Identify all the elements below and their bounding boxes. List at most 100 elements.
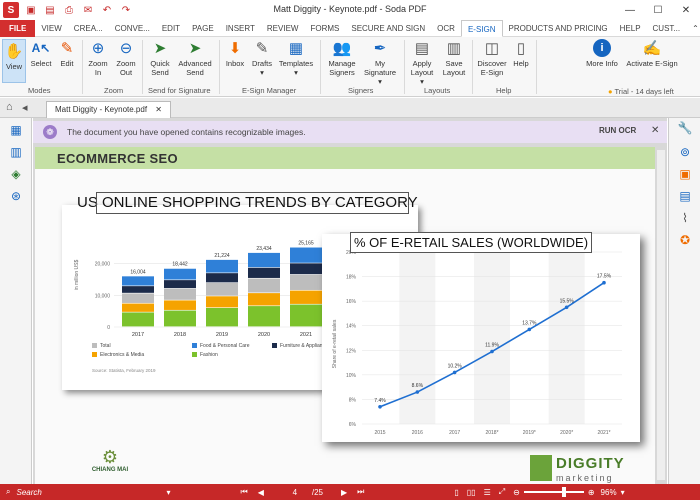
- quick-send-button[interactable]: ➤ Quick Send: [146, 39, 174, 78]
- tab-help[interactable]: HELP: [614, 20, 647, 37]
- apply-layout-button[interactable]: ▤ Apply Layout ▾: [408, 39, 436, 87]
- view-button[interactable]: ✋ View: [2, 39, 26, 83]
- discover-esign-button[interactable]: ◫ Discover E-Sign: [476, 39, 508, 78]
- zoom-in-small-icon[interactable]: ⊕: [588, 488, 595, 497]
- select-button[interactable]: A↖ Select: [29, 39, 53, 69]
- inbox-button[interactable]: ⬇ Inbox: [223, 39, 247, 69]
- fit-icon[interactable]: ⤢: [499, 487, 505, 497]
- data-label: 13.7%: [522, 320, 537, 326]
- next-page-icon[interactable]: ▶: [341, 488, 347, 497]
- print-icon[interactable]: ⎙: [62, 3, 76, 17]
- help-button[interactable]: ▯ Help: [511, 39, 531, 69]
- export-icon[interactable]: ▣: [677, 166, 693, 182]
- layers-icon[interactable]: ◈: [8, 166, 24, 182]
- activate-esign-button[interactable]: ✍ Activate E-Sign: [626, 39, 678, 69]
- more-info-button[interactable]: i More Info: [584, 39, 620, 68]
- x-tick-label: 2019*: [523, 430, 536, 436]
- zoom-level[interactable]: 96%: [601, 488, 617, 497]
- tab-review[interactable]: REVIEW: [261, 20, 305, 37]
- soda-logo[interactable]: S: [3, 2, 19, 18]
- zoom-slider[interactable]: [523, 487, 584, 497]
- x-tick-label: 2016: [412, 430, 423, 436]
- page-thumbnails-icon[interactable]: ▦: [8, 122, 24, 138]
- y-tick-label: 14%: [346, 324, 357, 330]
- minimize-icon[interactable]: —: [616, 0, 644, 20]
- open-icon[interactable]: ▣: [24, 3, 38, 17]
- drafts-button[interactable]: ✎ Drafts ▾: [250, 39, 274, 78]
- right-sidebar: 🔧 ⊚ ▣ ▤ ⌇ ✪: [668, 118, 700, 484]
- bar-segment: [248, 293, 280, 306]
- binoculars-icon[interactable]: ⊚: [677, 144, 693, 160]
- page-input[interactable]: 4: [284, 488, 306, 497]
- paper-plane-icon: ➤: [153, 39, 167, 57]
- vertical-scrollbar[interactable]: [657, 150, 665, 480]
- chiang-mai-logo: ⚙ CHIANG MAI: [91, 447, 129, 473]
- dropdown-arrow-icon: ▾: [260, 68, 264, 77]
- first-page-icon[interactable]: ⏮: [241, 487, 248, 497]
- maximize-icon[interactable]: ☐: [644, 0, 672, 20]
- search-options-icon[interactable]: ▾: [166, 488, 170, 497]
- tab-products[interactable]: PRODUCTS AND PRICING: [503, 20, 614, 37]
- two-page-icon[interactable]: ▯▯: [467, 488, 476, 497]
- tab-edit[interactable]: EDIT: [156, 20, 186, 37]
- legend-label: Total: [100, 343, 111, 349]
- email-icon[interactable]: ✉: [81, 3, 95, 17]
- tab-esign[interactable]: E-SIGN: [460, 20, 503, 37]
- tab-insert[interactable]: INSERT: [220, 20, 261, 37]
- save-layout-button[interactable]: ▥ Save Layout: [440, 39, 468, 78]
- back-icon[interactable]: ◂: [22, 101, 28, 114]
- document-tab[interactable]: Matt Diggity - Keynote.pdf ✕: [46, 101, 171, 118]
- tools-icon[interactable]: 🔧: [677, 120, 693, 136]
- tab-page[interactable]: PAGE: [186, 20, 220, 37]
- certificate-icon[interactable]: ✪: [677, 232, 693, 248]
- continuous-icon[interactable]: ☰: [484, 488, 491, 497]
- tab-custom[interactable]: CUST...: [647, 20, 687, 37]
- save-icon[interactable]: ▤: [43, 3, 57, 17]
- zoom-out-button[interactable]: ⊖ Zoom Out: [114, 39, 138, 78]
- x-tick-label: 2018*: [485, 430, 498, 436]
- comments-icon[interactable]: ▤: [677, 188, 693, 204]
- tab-file[interactable]: FILE: [0, 20, 36, 37]
- my-signature-button[interactable]: ✒ My Signature ▾: [362, 39, 398, 87]
- tab-create[interactable]: CREA...: [68, 20, 109, 37]
- last-page-icon[interactable]: ⏭: [357, 487, 364, 497]
- close-icon[interactable]: ✕: [672, 0, 700, 20]
- zoom-dropdown-icon[interactable]: ▾: [621, 488, 625, 497]
- zoom-in-button[interactable]: ⊕ Zoom In: [86, 39, 110, 78]
- bar-segment: [122, 312, 154, 327]
- bar-total-label: 18,442: [172, 262, 188, 268]
- zoom-out-small-icon[interactable]: ⊖: [513, 488, 520, 497]
- data-point: [564, 305, 569, 310]
- undo-icon[interactable]: ↶: [100, 3, 114, 17]
- tab-view[interactable]: VIEW: [35, 20, 67, 37]
- help-doc-icon: ▯: [516, 39, 526, 57]
- y-tick-label: 18%: [346, 275, 357, 281]
- home-icon[interactable]: ⌂: [6, 101, 13, 113]
- templates-button[interactable]: ▦ Templates ▾: [278, 39, 314, 78]
- search-icon[interactable]: ⌕: [6, 487, 10, 497]
- tab-secure[interactable]: SECURE AND SIGN: [345, 20, 431, 37]
- edit-icon: ✎: [60, 39, 74, 57]
- bookmarks-icon[interactable]: ▥: [8, 144, 24, 160]
- attachment-icon[interactable]: ⌇: [677, 210, 693, 226]
- bar-total-label: 25,165: [298, 241, 314, 247]
- edit-button[interactable]: ✎ Edit: [56, 39, 78, 69]
- run-ocr-button[interactable]: RUN OCR: [599, 126, 636, 135]
- prev-page-icon[interactable]: ◀: [258, 488, 264, 497]
- search-input[interactable]: Search: [16, 488, 166, 497]
- advanced-send-button[interactable]: ➤ Advanced Send: [176, 39, 214, 78]
- zoom-slider-thumb[interactable]: [561, 487, 566, 497]
- links-icon[interactable]: ⊛: [8, 188, 24, 204]
- tab-ocr[interactable]: OCR: [431, 20, 461, 37]
- collapse-ribbon-icon[interactable]: ⌃: [686, 20, 700, 37]
- close-notification-icon[interactable]: ✕: [651, 125, 659, 136]
- bar-segment: [164, 280, 196, 289]
- bar-total-label: 23,434: [256, 246, 272, 252]
- tab-forms[interactable]: FORMS: [304, 20, 345, 37]
- close-tab-icon[interactable]: ✕: [155, 105, 162, 114]
- manage-signers-button[interactable]: 👥 Manage Signers: [324, 39, 360, 78]
- redo-icon[interactable]: ↷: [119, 3, 133, 17]
- tab-convert[interactable]: CONVE...: [109, 20, 156, 37]
- single-page-icon[interactable]: ▯: [454, 488, 458, 497]
- bar-segment: [122, 286, 154, 293]
